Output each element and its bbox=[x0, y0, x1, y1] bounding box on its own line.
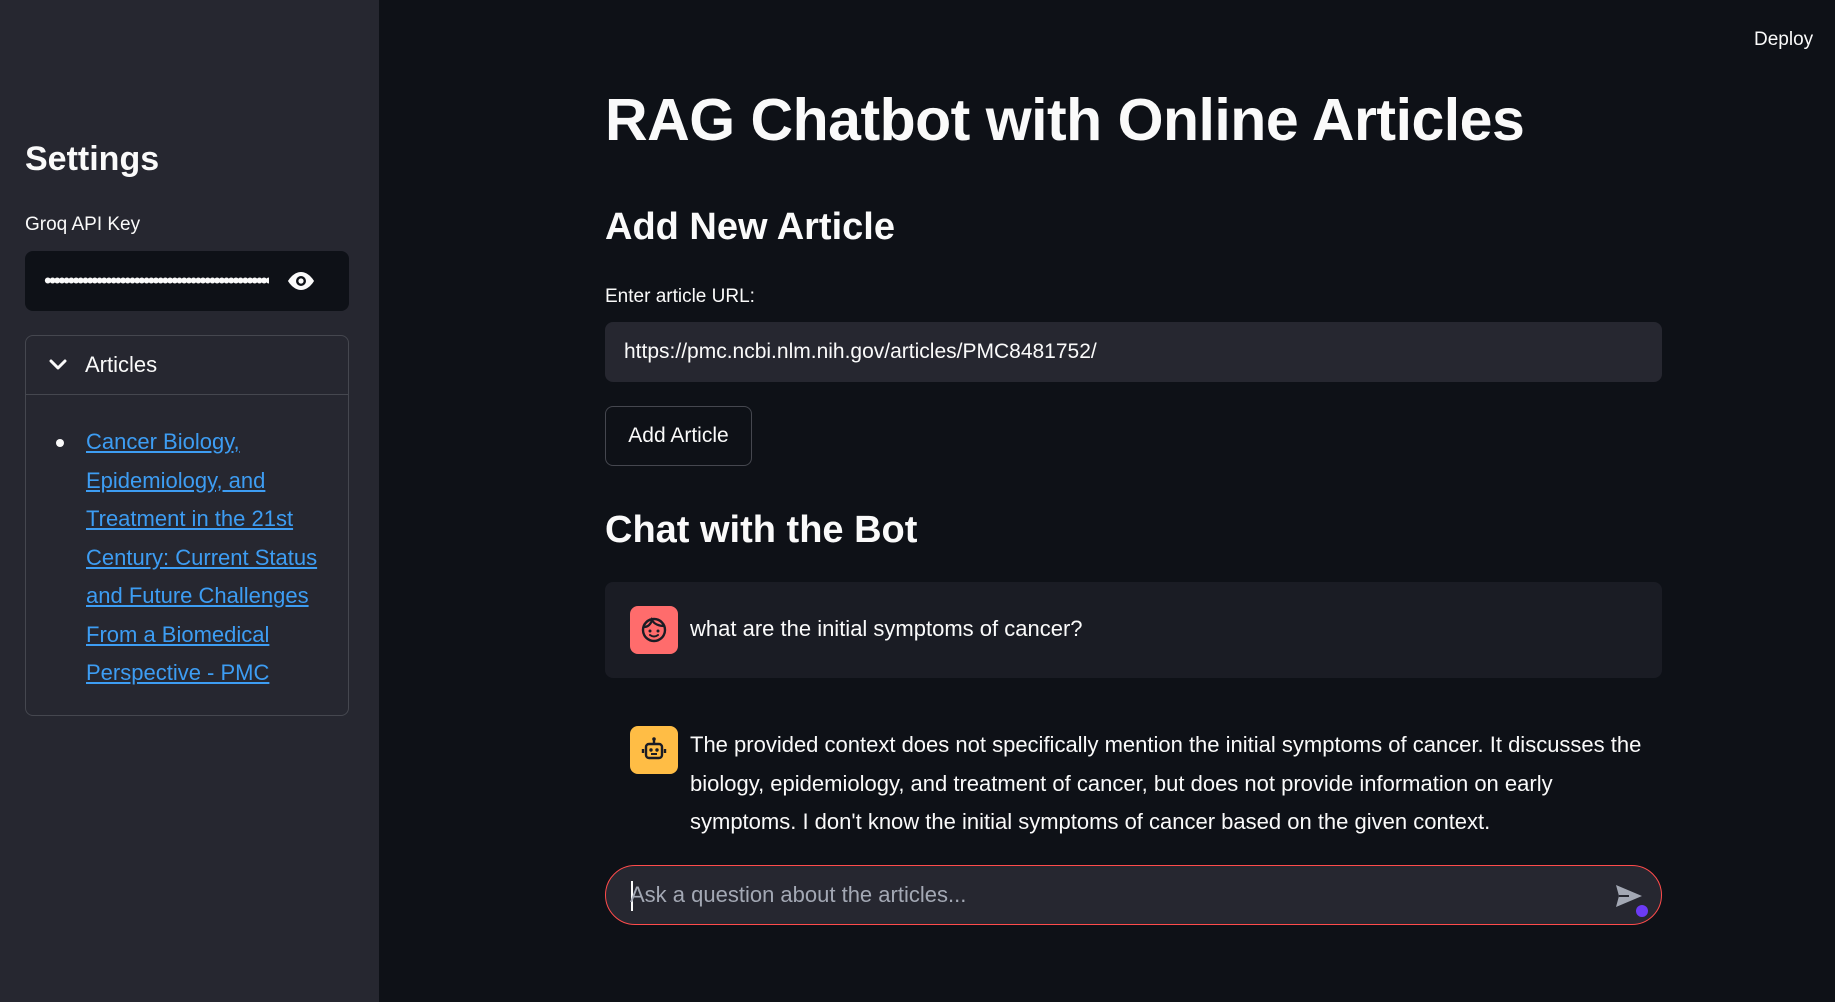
app-window: Settings Groq API Key ••••••••••••••••••… bbox=[0, 0, 1835, 1002]
articles-expander: Articles Cancer Biology, Epidemiology, a… bbox=[25, 335, 349, 716]
articles-expander-header[interactable]: Articles bbox=[26, 336, 348, 395]
status-dot bbox=[1636, 905, 1648, 917]
articles-list: Cancer Biology, Epidemiology, and Treatm… bbox=[26, 395, 348, 693]
robot-icon bbox=[641, 737, 667, 760]
chevron-down-icon bbox=[49, 355, 69, 375]
articles-expander-title: Articles bbox=[85, 352, 158, 377]
article-link[interactable]: Cancer Biology, Epidemiology, and Treatm… bbox=[86, 423, 336, 693]
show-password-button[interactable] bbox=[281, 265, 321, 297]
eye-icon bbox=[288, 272, 314, 290]
deploy-button[interactable]: Deploy bbox=[1754, 29, 1813, 51]
url-field-label: Enter article URL: bbox=[605, 286, 755, 307]
user-message: what are the initial symptoms of cancer? bbox=[605, 582, 1662, 678]
add-article-heading: Add New Article bbox=[605, 206, 895, 248]
sidebar: Settings Groq API Key ••••••••••••••••••… bbox=[0, 0, 379, 1002]
article-url-input[interactable] bbox=[605, 322, 1662, 382]
chat-input-container[interactable] bbox=[605, 865, 1662, 925]
sidebar-title: Settings bbox=[25, 140, 160, 178]
user-message-text: what are the initial symptoms of cancer? bbox=[690, 616, 1083, 641]
api-key-value[interactable]: ••••••••••••••••••••••••••••••••••••••••… bbox=[44, 267, 269, 295]
page-title: RAG Chatbot with Online Articles bbox=[605, 87, 1525, 153]
api-key-label: Groq API Key bbox=[25, 214, 141, 235]
user-avatar bbox=[630, 606, 678, 654]
assistant-avatar bbox=[630, 726, 678, 774]
add-article-button[interactable]: Add Article bbox=[605, 406, 752, 466]
chat-heading: Chat with the Bot bbox=[605, 509, 918, 551]
chat-input[interactable] bbox=[630, 866, 1580, 924]
user-face-icon bbox=[641, 616, 667, 643]
assistant-message-text: The provided context does not specifical… bbox=[690, 732, 1642, 834]
api-key-field[interactable]: ••••••••••••••••••••••••••••••••••••••••… bbox=[25, 251, 349, 311]
list-bullet bbox=[56, 439, 64, 447]
